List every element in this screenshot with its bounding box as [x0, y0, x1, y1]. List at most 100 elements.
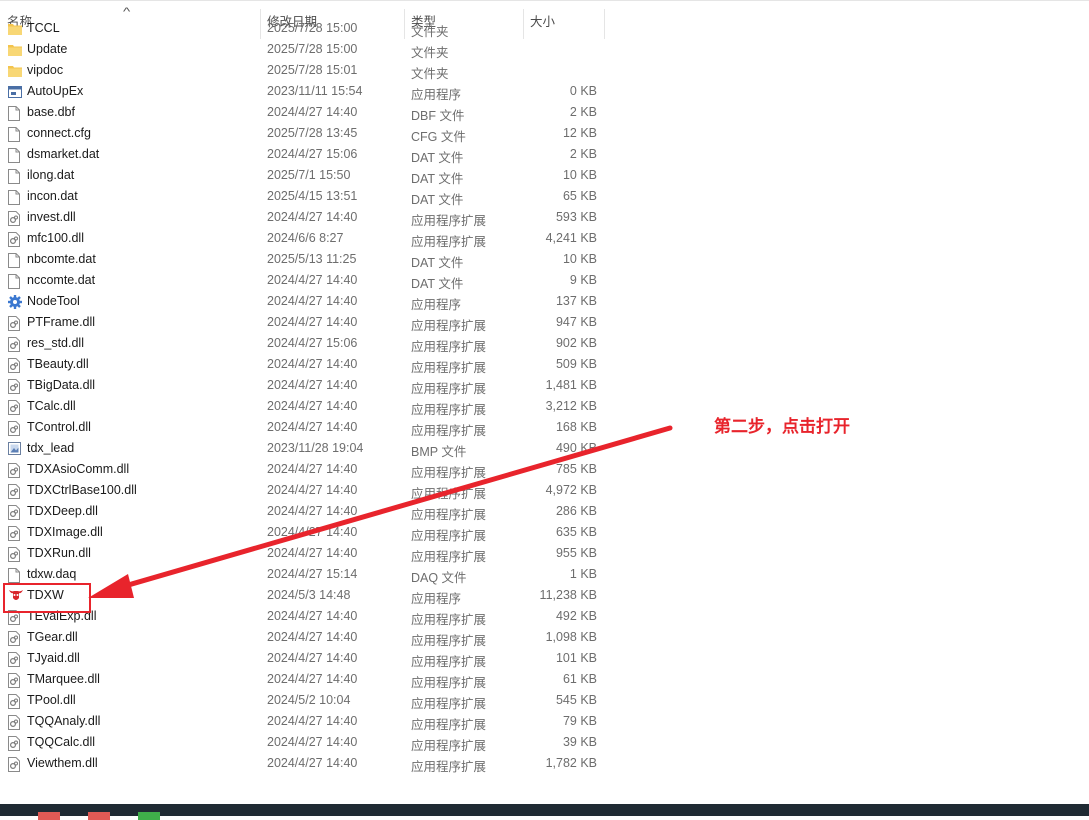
file-row[interactable]: mfc100.dll 2024/6/6 8:27 应用程序扩展 4,241 KB	[0, 228, 610, 249]
file-row[interactable]: TDXRun.dll 2024/4/27 14:40 应用程序扩展 955 KB	[0, 543, 610, 564]
file-name: TGear.dll	[27, 630, 78, 644]
file-date: 2024/4/27 14:40	[267, 357, 358, 371]
file-name: AutoUpEx	[27, 84, 84, 98]
file-type: 应用程序	[411, 298, 462, 312]
file-type: 应用程序扩展	[411, 550, 487, 564]
file-row[interactable]: tdxw.daq 2024/4/27 15:14 DAQ 文件 1 KB	[0, 564, 610, 585]
file-row[interactable]: TBigData.dll 2024/4/27 14:40 应用程序扩展 1,481 K…	[0, 375, 610, 396]
file-size: 39 KB	[562, 735, 597, 749]
file-row[interactable]: Viewthem.dll 2024/4/27 14:40 应用程序扩展 1,782 K…	[0, 753, 610, 774]
file-type: DBF 文件	[411, 109, 465, 123]
dll-file-icon	[8, 463, 22, 478]
file-date: 2024/4/27 14:40	[267, 546, 358, 560]
file-date: 2025/7/1 15:50	[267, 168, 351, 182]
file-date: 2024/5/3 14:48	[267, 588, 351, 602]
file-name: TQQCalc.dll	[27, 735, 96, 749]
file-row[interactable]: TMarquee.dll 2024/4/27 14:40 应用程序扩展 61 KB	[0, 669, 610, 690]
file-name: incon.dat	[27, 189, 78, 203]
file-row[interactable]: AutoUpEx 2023/11/11 15:54 应用程序 0 KB	[0, 81, 610, 102]
file-row[interactable]: TDXCtrlBase100.dll 2024/4/27 14:40 应用程序扩展 4…	[0, 480, 610, 501]
file-type: 文件夹	[411, 25, 449, 39]
file-row[interactable]: TDXW 2024/5/3 14:48 应用程序 11,238 KB	[0, 585, 610, 606]
file-type: DAT 文件	[411, 256, 464, 270]
file-type: 应用程序扩展	[411, 760, 487, 774]
file-type: 应用程序扩展	[411, 424, 487, 438]
file-row[interactable]: TCalc.dll 2024/4/27 14:40 应用程序扩展 3,212 KB	[0, 396, 610, 417]
file-type: 应用程序扩展	[411, 319, 487, 333]
file-type: DAT 文件	[411, 277, 464, 291]
file-row[interactable]: connect.cfg 2025/7/28 13:45 CFG 文件 12 KB	[0, 123, 610, 144]
file-size: 947 KB	[555, 315, 597, 329]
file-name: connect.cfg	[27, 126, 91, 140]
file-type: 应用程序扩展	[411, 487, 487, 501]
file-row[interactable]: TQQCalc.dll 2024/4/27 14:40 应用程序扩展 39 KB	[0, 732, 610, 753]
dll-file-icon	[8, 379, 22, 394]
file-name: nbcomte.dat	[27, 252, 96, 266]
taskbar-app-icon[interactable]	[138, 812, 160, 820]
file-row[interactable]: invest.dll 2024/4/27 14:40 应用程序扩展 593 KB	[0, 207, 610, 228]
file-size: 0 KB	[569, 84, 597, 98]
file-row[interactable]: TEvalExp.dll 2024/4/27 14:40 应用程序扩展 492 KB	[0, 606, 610, 627]
file-name: TControl.dll	[27, 420, 91, 434]
file-name: NodeTool	[27, 294, 80, 308]
file-row[interactable]: TJyaid.dll 2024/4/27 14:40 应用程序扩展 101 KB	[0, 648, 610, 669]
file-type: 应用程序扩展	[411, 613, 487, 627]
file-row[interactable]: vipdoc 2025/7/28 15:01 文件夹	[0, 60, 610, 81]
file-row[interactable]: TPool.dll 2024/5/2 10:04 应用程序扩展 545 KB	[0, 690, 610, 711]
dll-file-icon	[8, 211, 22, 226]
file-row[interactable]: Update 2025/7/28 15:00 文件夹	[0, 39, 610, 60]
file-type: 应用程序扩展	[411, 634, 487, 648]
file-size: 902 KB	[555, 336, 597, 350]
folder-icon	[8, 64, 22, 79]
file-row[interactable]: TBeauty.dll 2024/4/27 14:40 应用程序扩展 509 KB	[0, 354, 610, 375]
file-type: 应用程序	[411, 592, 462, 606]
file-name: vipdoc	[27, 63, 64, 77]
file-date: 2025/7/28 13:45	[267, 126, 358, 140]
file-type: 应用程序扩展	[411, 529, 487, 543]
taskbar-app-icon[interactable]	[38, 812, 60, 820]
file-row[interactable]: tdx_lead 2023/11/28 19:04 BMP 文件 490 KB	[0, 438, 610, 459]
chevron-up-icon[interactable]: ^	[123, 6, 130, 18]
file-row[interactable]: base.dbf 2024/4/27 14:40 DBF 文件 2 KB	[0, 102, 610, 123]
taskbar-app-icon[interactable]	[88, 812, 110, 820]
dll-file-icon	[8, 673, 22, 688]
file-row[interactable]: TDXImage.dll 2024/4/27 14:40 应用程序扩展 635 KB	[0, 522, 610, 543]
file-row[interactable]: nccomte.dat 2024/4/27 14:40 DAT 文件 9 KB	[0, 270, 610, 291]
file-size: 785 KB	[555, 462, 597, 476]
file-type: 应用程序扩展	[411, 655, 487, 669]
file-row[interactable]: TControl.dll 2024/4/27 14:40 应用程序扩展 168 KB	[0, 417, 610, 438]
file-date: 2024/4/27 14:40	[267, 273, 358, 287]
file-icon	[8, 106, 22, 121]
file-row[interactable]: NodeTool 2024/4/27 14:40 应用程序 137 KB	[0, 291, 610, 312]
dll-file-icon	[8, 421, 22, 436]
image-file-icon	[8, 442, 22, 457]
file-row[interactable]: TDXAsioComm.dll 2024/4/27 14:40 应用程序扩展 785 …	[0, 459, 610, 480]
file-row[interactable]: nbcomte.dat 2025/5/13 11:25 DAT 文件 10 KB	[0, 249, 610, 270]
file-icon	[8, 568, 22, 583]
file-type: CFG 文件	[411, 130, 466, 144]
file-row[interactable]: ilong.dat 2025/7/1 15:50 DAT 文件 10 KB	[0, 165, 610, 186]
file-type: 应用程序扩展	[411, 403, 487, 417]
file-row[interactable]: PTFrame.dll 2024/4/27 14:40 应用程序扩展 947 KB	[0, 312, 610, 333]
file-row[interactable]: TCCL 2025/7/28 15:00 文件夹	[0, 18, 610, 39]
file-row[interactable]: dsmarket.dat 2024/4/27 15:06 DAT 文件 2 KB	[0, 144, 610, 165]
file-row[interactable]: TQQAnaly.dll 2024/4/27 14:40 应用程序扩展 79 KB	[0, 711, 610, 732]
file-size: 9 KB	[569, 273, 597, 287]
gear-icon	[8, 295, 22, 310]
file-size: 11,238 KB	[539, 588, 597, 602]
file-name: tdx_lead	[27, 441, 75, 455]
file-size: 10 KB	[562, 252, 597, 266]
file-date: 2024/4/27 14:40	[267, 315, 358, 329]
file-date: 2024/4/27 14:40	[267, 756, 358, 770]
file-row[interactable]: TDXDeep.dll 2024/4/27 14:40 应用程序扩展 286 KB	[0, 501, 610, 522]
file-size: 509 KB	[555, 357, 597, 371]
dll-file-icon	[8, 505, 22, 520]
dll-file-icon	[8, 652, 22, 667]
file-size: 492 KB	[555, 609, 597, 623]
file-row[interactable]: incon.dat 2025/4/15 13:51 DAT 文件 65 KB	[0, 186, 610, 207]
file-row[interactable]: TGear.dll 2024/4/27 14:40 应用程序扩展 1,098 KB	[0, 627, 610, 648]
file-size: 1,782 KB	[545, 756, 597, 770]
file-row[interactable]: res_std.dll 2024/4/27 15:06 应用程序扩展 902 KB	[0, 333, 610, 354]
file-name: TCalc.dll	[27, 399, 76, 413]
file-size: 1 KB	[569, 567, 597, 581]
